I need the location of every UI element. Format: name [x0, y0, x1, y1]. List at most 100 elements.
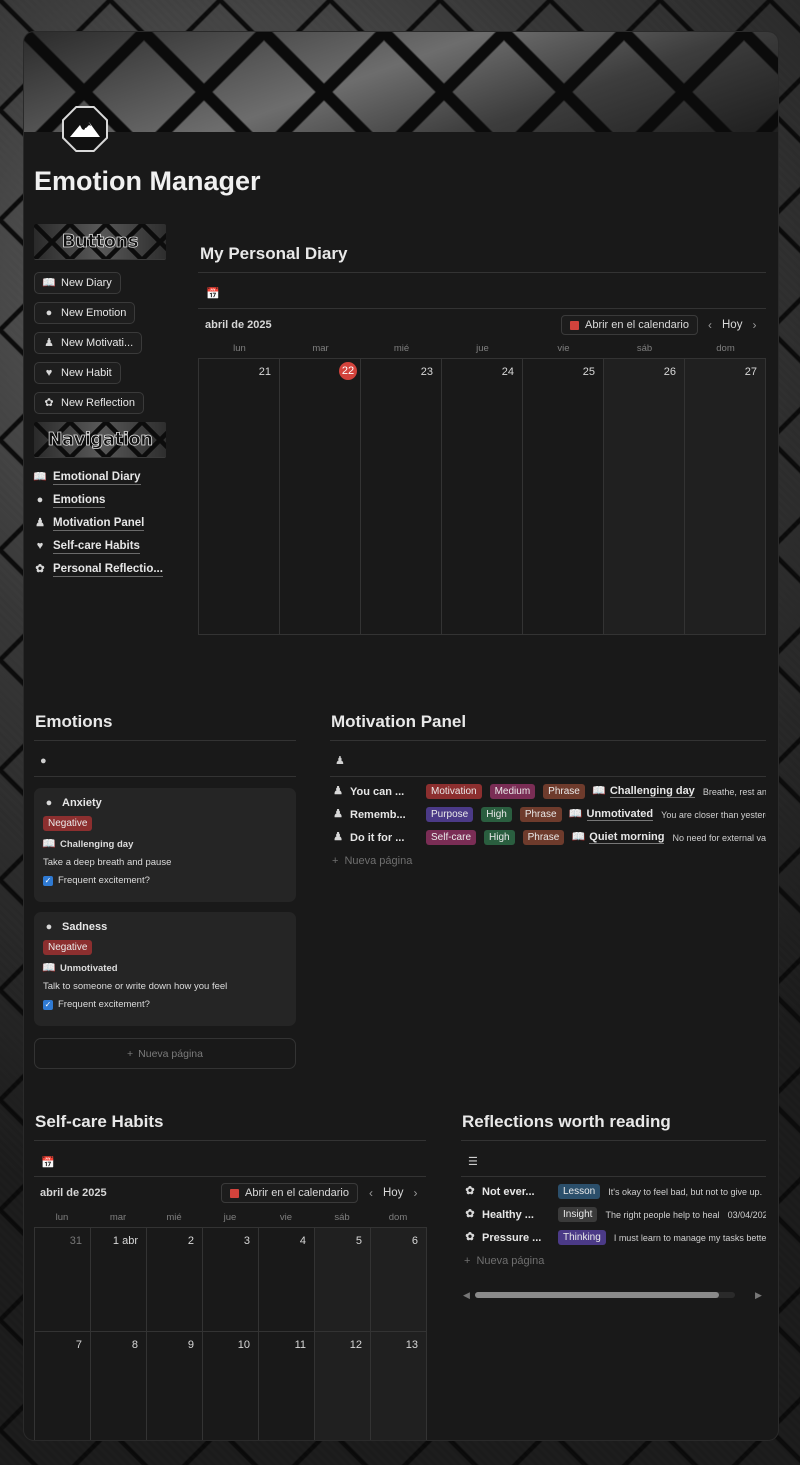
emotion-card[interactable]: ● Sadness Negative 📖 Unmotivated Talk to some…: [34, 912, 296, 1026]
emotion-checkbox-row[interactable]: ✓ Frequent excitement?: [43, 875, 287, 886]
diary-calendar-grid: 21 22 23 24 25 26 27: [198, 358, 766, 635]
habits-title: Self-care Habits: [35, 1112, 164, 1131]
scroll-left-icon[interactable]: ◀: [463, 1290, 470, 1301]
weekday-label: jue: [223, 1212, 237, 1223]
motivation-new-page-button[interactable]: + Nueva página: [332, 849, 766, 872]
motivation-text: You are closer than yesterday: [661, 809, 766, 820]
reflection-row[interactable]: ✿ Healthy ... Insight The right people help…: [464, 1203, 766, 1226]
sidebar-button-2[interactable]: ♟ New Motivati...: [34, 332, 143, 354]
motivation-icon[interactable]: ♟: [335, 754, 345, 767]
calendar-day-cell[interactable]: 23: [361, 359, 442, 635]
calendar-day-cell[interactable]: 21: [199, 359, 280, 635]
nav-item-1[interactable]: ● Emotions: [34, 493, 166, 508]
chevron-left-icon[interactable]: ‹: [369, 1186, 373, 1200]
sidebar-button-0[interactable]: 📖 New Diary: [34, 272, 121, 294]
motivation-row[interactable]: ♟ You can ... Motivation Medium Phrase 📖 Chall…: [332, 780, 766, 803]
calendar-day-cell[interactable]: 22: [280, 359, 361, 635]
motivation-title: Motivation Panel: [331, 712, 467, 731]
weekday-label: mar: [312, 343, 329, 354]
calendar-day-cell[interactable]: 3: [203, 1228, 259, 1332]
calendar-day-cell[interactable]: 10: [203, 1332, 259, 1440]
habits-today-button[interactable]: Hoy: [383, 1187, 403, 1199]
diary-open-calendar-button[interactable]: Abrir en el calendario: [561, 315, 698, 335]
motivation-level-tag: Medium: [489, 784, 536, 799]
calendar-day-cell[interactable]: 8: [91, 1332, 147, 1440]
emotion-card[interactable]: ● Anxiety Negative 📖 Challenging day Take a d…: [34, 788, 296, 902]
book-icon: 📖: [33, 471, 47, 483]
reflection-text: It's okay to feel bad, but not to give u…: [608, 1186, 763, 1197]
weekday-label: sáb: [334, 1212, 350, 1223]
nav-item-4[interactable]: ✿ Personal Reflectio...: [34, 562, 166, 577]
reflection-row[interactable]: ✿ Not ever... Lesson It's okay to feel bad,…: [464, 1180, 766, 1203]
motivation-diary-link[interactable]: 📖 Challenging day: [592, 785, 695, 798]
day-number: 27: [744, 366, 757, 378]
calendar-day-cell[interactable]: 27: [685, 359, 766, 635]
calendar-day-cell[interactable]: 26: [604, 359, 685, 635]
motivation-diary-link[interactable]: 📖 Unmotivated: [568, 808, 654, 821]
divider: [34, 740, 296, 741]
diary-weekday-header: lun mar mié jue vie sáb dom: [199, 343, 766, 354]
calendar-view-icon[interactable]: 📅: [41, 1156, 55, 1169]
motivation-diary-link[interactable]: 📖 Quiet morning: [571, 831, 665, 844]
calendar-day-cell[interactable]: 1 abr: [91, 1228, 147, 1332]
emotion-plus-icon[interactable]: ●: [40, 755, 47, 767]
motivation-category-tag: Purpose: [426, 807, 474, 822]
sidebar-button-3[interactable]: ♥ New Habit: [34, 362, 121, 384]
habits-open-calendar-button[interactable]: Abrir en el calendario: [221, 1183, 358, 1203]
calendar-day-cell[interactable]: 9: [147, 1332, 203, 1440]
sidebar-button-1[interactable]: ● New Emotion: [34, 302, 136, 324]
day-number: 5: [355, 1235, 362, 1247]
calendar-day-cell[interactable]: 31: [35, 1228, 91, 1332]
reflections-scrollbar[interactable]: [475, 1292, 735, 1298]
emotion-type-tag: Negative: [43, 940, 93, 955]
habits-date-nav: ‹ Hoy ›: [369, 1186, 417, 1200]
scroll-right-icon[interactable]: ▶: [755, 1290, 762, 1301]
emotion-diary-link[interactable]: 📖 Unmotivated: [42, 962, 287, 974]
habits-weekday-header: lun mar mié jue vie sáb dom: [34, 1212, 426, 1223]
heart-plus-icon: ♥: [36, 540, 44, 552]
divider: [198, 308, 766, 309]
nav-item-3[interactable]: ♥ Self-care Habits: [34, 539, 166, 554]
chevron-right-icon[interactable]: ›: [413, 1186, 417, 1200]
reflection-row[interactable]: ✿ Pressure ... Thinking I must learn to man…: [464, 1226, 766, 1249]
diary-today-button[interactable]: Hoy: [722, 319, 742, 331]
weekday-label: mar: [109, 1212, 127, 1223]
list-view-icon[interactable]: ☰: [468, 1155, 478, 1168]
calendar-day-cell[interactable]: 6: [371, 1228, 427, 1332]
book-icon: 📖: [571, 831, 586, 843]
calendar-day-cell[interactable]: 24: [442, 359, 523, 635]
motivation-row[interactable]: ♟ Rememb... Purpose High Phrase 📖 Unmotivated Y…: [332, 803, 766, 826]
check-icon[interactable]: ✓: [43, 999, 53, 1010]
calendar-day-cell[interactable]: 2: [147, 1228, 203, 1332]
nav-item-0[interactable]: 📖 Emotional Diary: [33, 470, 166, 485]
emotion-checkbox-row[interactable]: ✓ Frequent excitement?: [43, 999, 287, 1010]
emotions-new-page-button[interactable]: + Nueva página: [34, 1038, 296, 1069]
divider: [34, 776, 296, 777]
diary-date-nav: ‹ Hoy ›: [708, 318, 756, 332]
calendar-day-cell[interactable]: 25: [523, 359, 604, 635]
emotion-plus-icon: ●: [45, 796, 53, 809]
sidebar-button-4[interactable]: ✿ New Reflection: [34, 392, 144, 414]
chevron-left-icon[interactable]: ‹: [708, 318, 712, 332]
weekday-label: mié: [166, 1212, 182, 1223]
motivation-category-tag: Self-care: [426, 830, 477, 845]
calendar-day-cell[interactable]: 12: [315, 1332, 371, 1440]
book-icon: 📖: [568, 808, 583, 820]
reflections-new-page-button[interactable]: + Nueva página: [464, 1249, 766, 1272]
calendar-day-cell[interactable]: 11: [259, 1332, 315, 1440]
emotion-plus-icon: ●: [45, 306, 53, 319]
motivation-row[interactable]: ♟ Do it for ... Self-care High Phrase 📖 Quiet …: [332, 826, 766, 849]
navigation-list: 📖 Emotional Diary ● Emotions ♟ Motivation Pan…: [33, 470, 166, 577]
calendar-day-cell[interactable]: 7: [35, 1332, 91, 1440]
nav-item-2[interactable]: ♟ Motivation Panel: [34, 516, 166, 531]
calendar-day-cell[interactable]: 13: [371, 1332, 427, 1440]
calendar-view-icon[interactable]: 📅: [206, 287, 220, 300]
check-icon[interactable]: ✓: [43, 875, 53, 886]
calendar-day-cell[interactable]: 5: [315, 1228, 371, 1332]
calendar-day-cell[interactable]: 4: [259, 1228, 315, 1332]
emotion-diary-link[interactable]: 📖 Challenging day: [42, 838, 287, 850]
motivation-list: ♟ You can ... Motivation Medium Phrase 📖 Chall…: [332, 780, 766, 876]
scrollbar-thumb[interactable]: [475, 1292, 720, 1298]
heart-plus-icon: ♥: [45, 366, 53, 379]
chevron-right-icon[interactable]: ›: [752, 318, 756, 332]
